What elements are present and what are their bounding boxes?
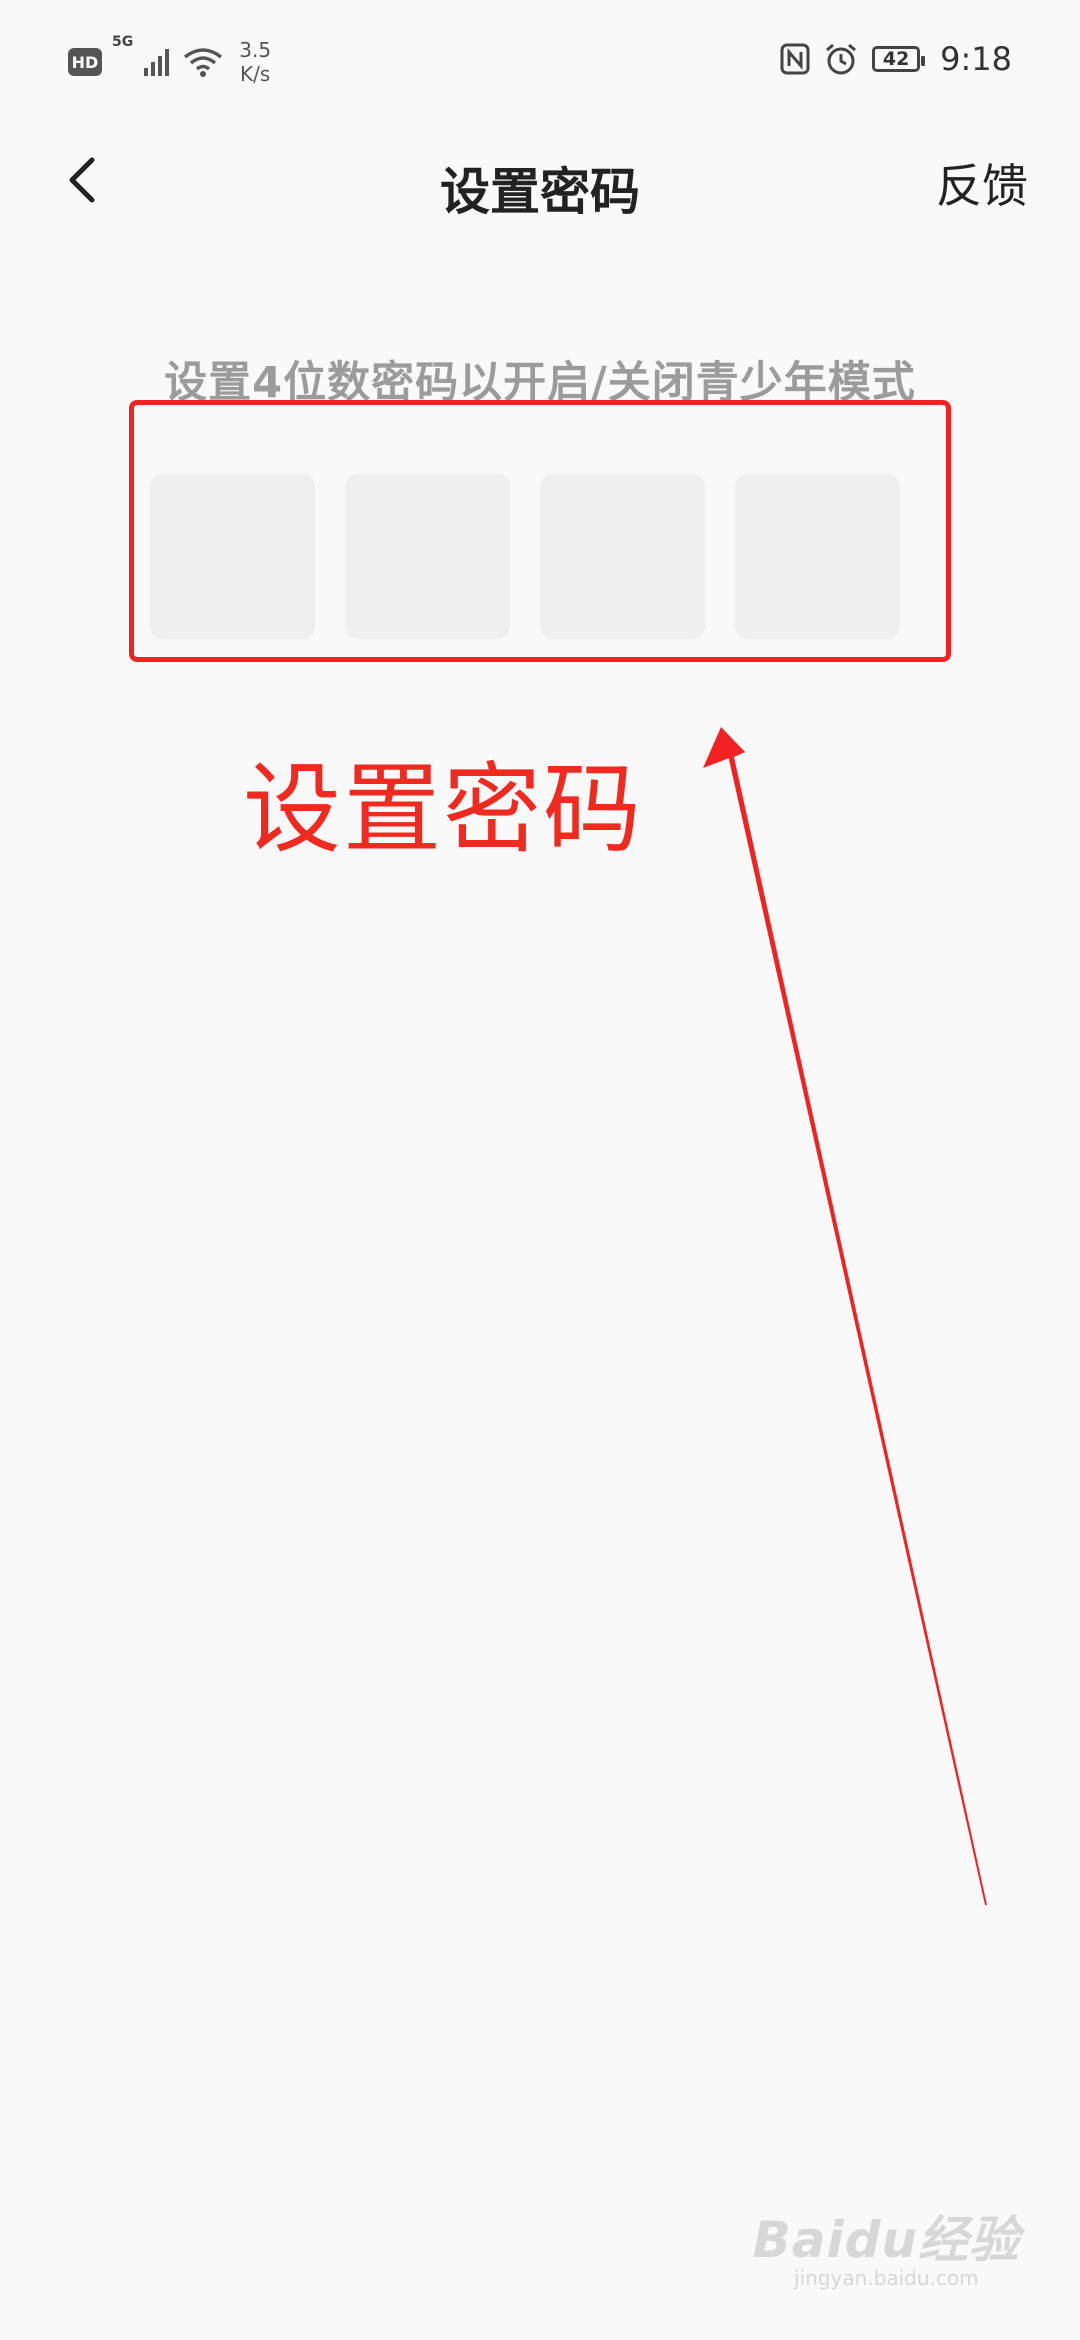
wifi-icon bbox=[184, 48, 223, 77]
pin-digit-1[interactable] bbox=[150, 474, 315, 639]
feedback-button[interactable]: 反馈 bbox=[936, 150, 1028, 216]
battery-icon: 42 bbox=[872, 46, 926, 72]
status-bar: HD 5G 3.5 K/s 42 9:18 bbox=[0, 0, 1080, 120]
page-title: 设置密码 bbox=[440, 163, 640, 221]
speed-unit: K/s bbox=[240, 62, 271, 86]
nav-bar: 设置密码 反馈 bbox=[0, 120, 1080, 240]
annotation-label: 设置密码 bbox=[243, 753, 644, 867]
clock: 9:18 bbox=[940, 40, 1012, 78]
hd-badge: HD bbox=[68, 48, 102, 76]
pin-digit-4[interactable] bbox=[735, 474, 900, 639]
signal-icon bbox=[144, 49, 170, 76]
nfc-icon bbox=[780, 43, 810, 75]
pin-digit-3[interactable] bbox=[540, 474, 705, 639]
alarm-icon bbox=[826, 43, 857, 75]
pin-digit-2[interactable] bbox=[345, 474, 510, 639]
speed-value: 3.5 bbox=[239, 38, 272, 62]
network-speed: 3.5 K/s bbox=[239, 38, 271, 86]
battery-level: 42 bbox=[882, 48, 910, 70]
status-right: 42 9:18 bbox=[780, 40, 1012, 78]
network-type: 5G bbox=[112, 34, 134, 50]
status-left: HD 5G 3.5 K/s bbox=[68, 34, 271, 86]
watermark-logo: Baidu经验 bbox=[752, 2211, 1020, 2269]
watermark: Baidu经验 jingyan.baidu.com bbox=[753, 2200, 1020, 2290]
pin-input-group[interactable] bbox=[150, 474, 900, 639]
